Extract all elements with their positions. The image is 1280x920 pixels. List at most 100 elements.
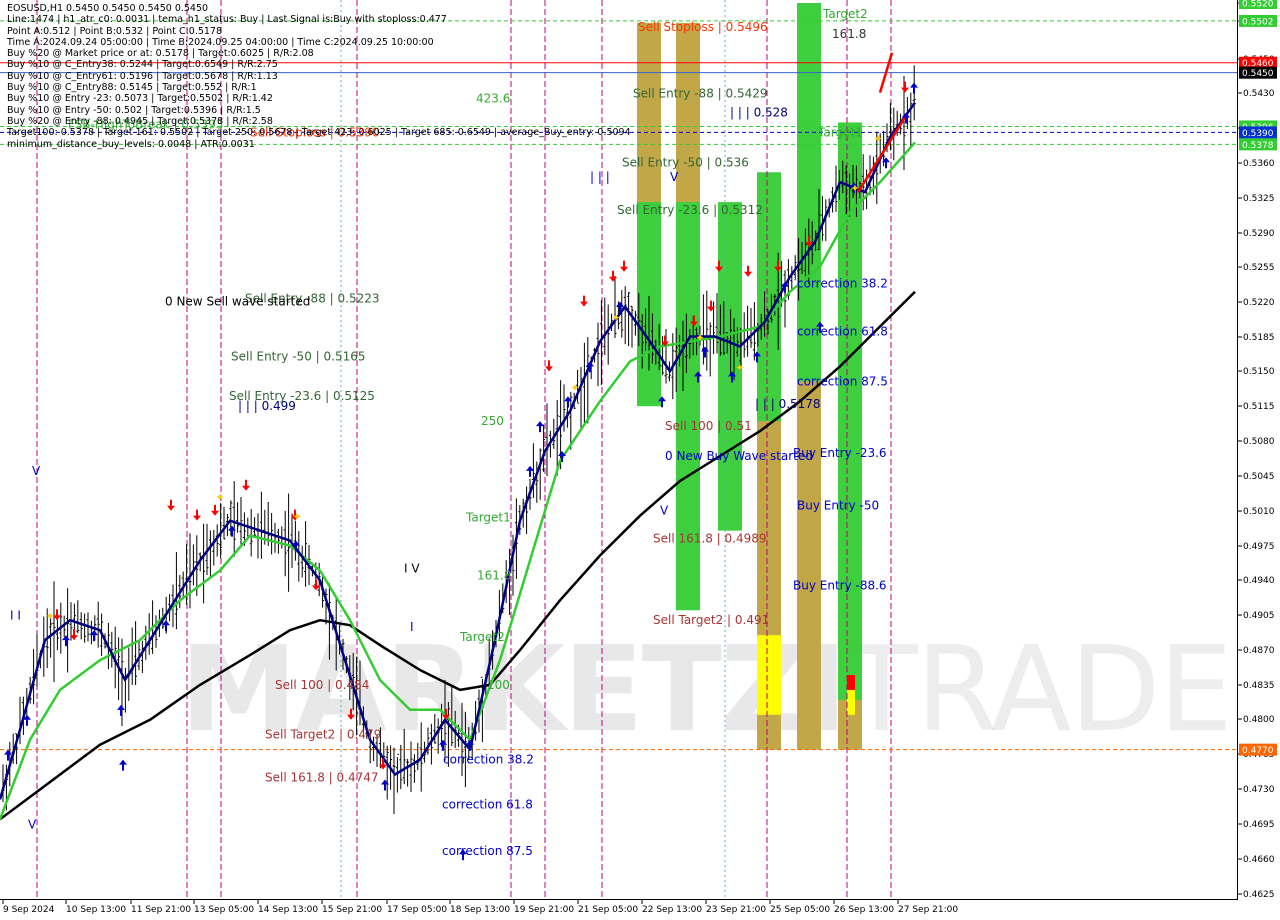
info-line: Buy %10 @ Entry -50: 0.502 | Target:0.53… [7,104,261,116]
sell-arrow-icon [609,270,617,282]
info-line: Buy %10 @ C_Entry88: 0.5145 | Target:0.5… [7,82,257,94]
chart-annotation: correction 87.5 [442,844,533,858]
y-tick-label: 0.4660 [1243,855,1275,865]
chart-annotation: Target2 [822,7,868,21]
y-tick-label: 0.5360 [1243,159,1275,169]
y-tick-label: 0.5115 [1243,402,1275,412]
sell-arrow-icon [901,81,909,93]
chart-annotation: 0 New Sell wave started [165,295,310,309]
chart-annotation: correction 61.8 [797,325,888,339]
sell-arrow-icon [545,360,553,372]
info-line: Buy %20 @ Market price or at: 0.5178 | T… [7,48,314,60]
signal-star-icon: ✦ [45,610,54,623]
info-line: EOSUSD,H1 0.5450 0.5450 0.5450 0.5450 [7,3,209,14]
x-tick-label: 14 Sep 13:00 [258,905,318,915]
y-tick-label: 0.4800 [1243,715,1275,725]
buy-arrow-icon [119,759,127,771]
chart-annotation: correction 38.2 [797,277,888,291]
price-tag-label: 0.5502 [1242,17,1274,27]
x-tick-label: 10 Sep 13:00 [66,905,126,915]
info-line: Buy %10 @ C_Entry38: 0.5244 | Target:0.6… [7,59,278,71]
x-tick-label: 27 Sep 21:00 [898,905,958,915]
sell-arrow-icon [193,509,201,521]
info-line: minimum_distance_buy_levels: 0.0048 | AT… [7,138,255,150]
chart-annotation: I I [10,608,21,622]
chart-annotation: Sell Target2 | 0.479 [265,728,381,742]
signal-star-icon: ✦ [611,312,620,325]
x-tick-label: 22 Sep 13:00 [642,905,702,915]
x-axis: 9 Sep 2024 10 Sep 13:00 11 Sep 21:00 13 Sep… [2,900,958,915]
y-tick-label: 0.4625 [1243,890,1275,900]
chart-annotation: I [410,620,414,634]
signal-star-icon: ✦ [215,491,224,504]
chart-annotation: Sell 100 | 0.51 [665,419,752,433]
info-line: Line:1474 | h1_atr_c0: 0.0031 | tema_h1_… [7,14,447,26]
y-tick-label: 0.5220 [1243,298,1275,308]
chart-annotation: | | | 0.5178 [755,397,821,411]
sell-arrow-icon [620,260,628,272]
info-panel: EOSUSD,H1 0.5450 0.5450 0.5450 0.5450 Li… [7,3,631,150]
y-tick-label: 0.4695 [1243,820,1275,830]
buy-arrow-icon [62,635,70,647]
x-tick-label: 17 Sep 05:00 [387,905,447,915]
buy-arrow-icon [381,779,389,791]
zone-bar-red [847,674,855,690]
chart-annotation: correction 38.2 [443,753,534,767]
sell-arrow-icon [347,708,355,720]
sell-arrow-icon [580,295,588,307]
sell-arrow-icon [744,265,752,277]
sell-arrow-icon [211,504,219,516]
y-tick-label: 0.5080 [1243,437,1275,447]
y-tick-label: 0.4730 [1243,785,1275,795]
buy-arrow-icon [536,421,544,433]
chart-annotation: 100 [487,678,510,692]
chart-annotation: correction 87.5 [797,374,888,388]
zone-bar-yellow [847,689,855,715]
chart-annotation: 161.8 [832,27,866,41]
chart-annotation: Sell Entry -23.6 | 0.5312 [617,203,763,217]
chart-annotation: V [660,504,669,518]
x-tick-label: 25 Sep 05:00 [770,905,830,915]
y-tick-label: 0.5150 [1243,367,1275,377]
buy-arrow-icon [228,525,236,537]
signal-star-icon: ✦ [735,361,744,374]
x-tick-label: 13 Sep 05:00 [194,905,254,915]
chart-annotation: V [670,170,679,184]
chart-annotation: Sell 100 | 0.484 [275,678,369,692]
x-tick-label: 15 Sep 21:00 [322,905,382,915]
chart-annotation: I V [404,561,420,575]
chart-annotation: Sell Entry -88 | 0.5429 [633,87,767,101]
zone-bar [637,22,661,203]
zone-bar [797,381,821,750]
buy-arrow-icon [526,465,534,477]
y-tick-label: 0.5010 [1243,507,1275,517]
price-tag-label: 0.5390 [1242,129,1274,139]
price-tag-label: 0.5450 [1242,69,1274,79]
chart-annotation: Buy Entry -88.6 [793,578,887,592]
buy-arrow-icon [439,739,447,751]
y-tick-label: 0.5325 [1243,194,1275,204]
y-tick-label: 0.5045 [1243,472,1275,482]
chart-annotation: V [32,464,41,478]
chart-annotation: | | | [590,170,610,184]
y-tick-label: 0.4870 [1243,646,1275,656]
y-tick-label: 0.4905 [1243,611,1275,621]
x-tick-label: 26 Sep 13:00 [834,905,894,915]
chart-annotation: | | | 0.528 [730,106,788,120]
sell-arrow-icon [167,499,175,511]
x-tick-label: 18 Sep 13:00 [450,905,510,915]
buy-arrow-icon [910,82,918,94]
x-tick-label: 21 Sep 05:00 [578,905,638,915]
chart-annotation: Target1 [465,511,511,525]
info-line: Buy %20 @ Entry -88: 0.4945 | Target:0.5… [7,115,273,127]
signal-star-icon: ✦ [850,182,859,195]
chart-annotation: Sell Stoploss | 0.5496 [638,20,768,34]
y-tick-label: 0.5185 [1243,333,1275,343]
y-tick-label: 0.5255 [1243,263,1275,273]
info-line: Target100: 0.5378 | Target 161: 0.5502 |… [7,127,631,139]
chart-annotation: Sell 161.8 | 0.4747 [265,771,379,785]
y-tick-label: 0.4975 [1243,542,1275,552]
y-tick-label: 0.4940 [1243,576,1275,586]
chart-annotation: Sell Entry -50 | 0.536 [622,155,749,169]
chart-annotation: 161.8 [477,568,511,582]
